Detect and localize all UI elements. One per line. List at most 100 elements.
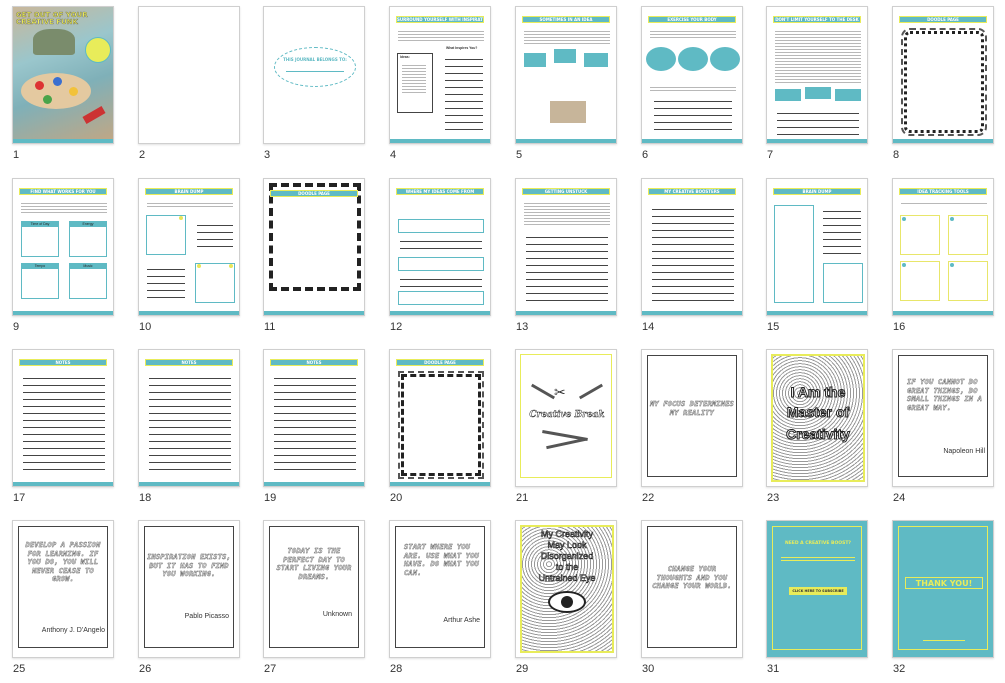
page-thumbnail-20[interactable]: DOODLE PAGE 20 xyxy=(389,349,501,509)
page-number: 16 xyxy=(893,321,906,333)
idea-source-box xyxy=(398,219,484,233)
page-footer-bar xyxy=(516,139,616,143)
page-footer-bar xyxy=(264,311,364,315)
page-thumbnail-2[interactable]: 2 xyxy=(138,6,250,166)
page-thumbnail-17[interactable]: NOTES 17 xyxy=(12,349,124,509)
subscribe-title: NEED A CREATIVE BOOST? xyxy=(784,541,852,546)
inspires-label: What Inspires You? xyxy=(446,46,478,50)
cover-badge xyxy=(85,37,111,63)
quote-frame xyxy=(898,355,988,477)
page-thumbnail-1[interactable]: GET OUT OF YOUR CREATIVE FUNK 1 xyxy=(12,6,124,166)
tracking-box xyxy=(900,215,940,255)
page-header: SOMETIMES IN AN IDEA xyxy=(522,16,610,23)
note-box xyxy=(146,215,186,255)
page-quote: Start where you are. Use what you have. … xyxy=(389,520,491,658)
pin-icon xyxy=(902,217,906,221)
page-thumbnail-16[interactable]: IDEA TRACKING TOOLS 16 xyxy=(892,178,1004,338)
idea-step-2 xyxy=(554,49,576,63)
page-footer-bar xyxy=(642,311,742,315)
quote-text: Develop a passion for learning. If you d… xyxy=(25,541,101,584)
page-thumbnail-32[interactable]: THANK YOU! 32 xyxy=(892,520,1004,680)
writing-lines xyxy=(400,273,482,287)
box-label: Tempo xyxy=(22,264,58,269)
page-coloring: My Creativity May Look Disorganized to t… xyxy=(515,520,617,658)
page-thumbnail-4[interactable]: SURROUND YOURSELF WITH INSPIRATION Ideas… xyxy=(389,6,501,166)
page-thumbnail-11[interactable]: DOODLE PAGE 11 xyxy=(263,178,375,338)
writing-lines xyxy=(777,107,859,135)
idea-step-3 xyxy=(584,53,608,67)
quote-text: Start where you are. Use what you have. … xyxy=(404,543,480,577)
page-thumbnail-30[interactable]: Change your thoughts and you change your… xyxy=(641,520,753,680)
quote-text: My focus determines my reality xyxy=(650,400,734,417)
page-desk: DON'T LIMIT YOURSELF TO THE DESK xyxy=(766,6,868,144)
page-thumbnail-3[interactable]: THIS JOURNAL BELONGS TO: 3 xyxy=(263,6,375,166)
page-number: 13 xyxy=(516,321,529,333)
page-creative-break: ✂ Creative Break xyxy=(515,349,617,487)
exercise-oval-3 xyxy=(710,47,740,71)
page-thumbnail-8[interactable]: DOODLE PAGE 8 xyxy=(892,6,1004,166)
body-text xyxy=(650,85,736,93)
page-thumbnail-23[interactable]: I Am the Master of Creativity 23 xyxy=(766,349,878,509)
coloring-title-3: Creativity xyxy=(786,426,851,443)
page-thumbnail-12[interactable]: WHERE MY IDEAS COME FROM 12 xyxy=(389,178,501,338)
page-footer-bar xyxy=(390,482,490,486)
page-boosters: MY CREATIVE BOOSTERS xyxy=(641,178,743,316)
page-thumbnail-5[interactable]: SOMETIMES IN AN IDEA 5 xyxy=(515,6,627,166)
note-box xyxy=(823,263,863,303)
page-doodle: DOODLE PAGE xyxy=(389,349,491,487)
coloring-title-1: My Creativity xyxy=(540,529,594,540)
ideas-list xyxy=(402,63,426,93)
page-number: 26 xyxy=(139,663,152,675)
page-thumbnail-13[interactable]: GETTING UNSTUCK 13 xyxy=(515,178,627,338)
page-thumbnail-26[interactable]: Inspiration exists, but it has to find y… xyxy=(138,520,250,680)
quote-author: Arthur Ashe xyxy=(443,617,480,624)
page-thumbnail-6[interactable]: EXERCISE YOUR BODY 6 xyxy=(641,6,753,166)
page-number: 24 xyxy=(893,492,906,504)
page-header: GETTING UNSTUCK xyxy=(522,188,610,195)
coloring-title-4: to the xyxy=(555,562,579,573)
page-footer-bar xyxy=(390,139,490,143)
box-label: Time of Day xyxy=(22,222,58,227)
page-quote: Change your thoughts and you change your… xyxy=(641,520,743,658)
page-number: 30 xyxy=(642,663,655,675)
page-thumbnail-27[interactable]: Today is the perfect day to start living… xyxy=(263,520,375,680)
page-thumbnail-24[interactable]: If you cannot do great things, do small … xyxy=(892,349,1004,509)
page-number: 9 xyxy=(13,321,20,333)
page-thumbnail-15[interactable]: BRAIN DUMP 15 xyxy=(766,178,878,338)
tracking-box xyxy=(900,261,940,301)
idea-source-box xyxy=(398,291,484,305)
writing-lines xyxy=(23,372,105,476)
body-text xyxy=(398,29,484,41)
note-column xyxy=(774,205,814,303)
page-footer-bar xyxy=(893,139,993,143)
page-thumbnail-19[interactable]: NOTES 19 xyxy=(263,349,375,509)
writing-lines xyxy=(274,372,356,476)
coloring-title-5: Untrained Eye xyxy=(538,573,596,584)
box-energy: Energy xyxy=(69,221,107,257)
writing-lines xyxy=(149,372,231,476)
page-footer-bar xyxy=(516,311,616,315)
page-thumbnail-28[interactable]: Start where you are. Use what you have. … xyxy=(389,520,501,680)
page-thumbnail-10[interactable]: BRAIN DUMP 10 xyxy=(138,178,250,338)
subscribe-button[interactable]: CLICK HERE TO SUBSCRIBE xyxy=(789,587,847,595)
page-thumbnail-22[interactable]: My focus determines my reality 22 xyxy=(641,349,753,509)
page-thumbnail-9[interactable]: FIND WHAT WORKS FOR YOU Time of Day Ener… xyxy=(12,178,124,338)
exercise-oval-1 xyxy=(646,47,676,71)
tracking-box xyxy=(948,261,988,301)
page-thumbnail-25[interactable]: Develop a passion for learning. If you d… xyxy=(12,520,124,680)
page-thumbnail-18[interactable]: NOTES 18 xyxy=(138,349,250,509)
pin-icon xyxy=(229,264,233,268)
subscribe-text xyxy=(781,555,855,563)
desk-tag-1 xyxy=(775,89,801,101)
page-thumbnail-21[interactable]: ✂ Creative Break 21 xyxy=(515,349,627,509)
pin-icon xyxy=(950,263,954,267)
page-thumbnail-29[interactable]: My Creativity May Look Disorganized to t… xyxy=(515,520,627,680)
page-notes: NOTES xyxy=(12,349,114,487)
name-line xyxy=(286,71,344,72)
desk-tag-3 xyxy=(835,89,861,101)
page-number: 2 xyxy=(139,149,146,161)
page-thumbnail-31[interactable]: NEED A CREATIVE BOOST? CLICK HERE TO SUB… xyxy=(766,520,878,680)
page-number: 15 xyxy=(767,321,780,333)
page-thumbnail-14[interactable]: MY CREATIVE BOOSTERS 14 xyxy=(641,178,753,338)
page-thumbnail-7[interactable]: DON'T LIMIT YOURSELF TO THE DESK 7 xyxy=(766,6,878,166)
